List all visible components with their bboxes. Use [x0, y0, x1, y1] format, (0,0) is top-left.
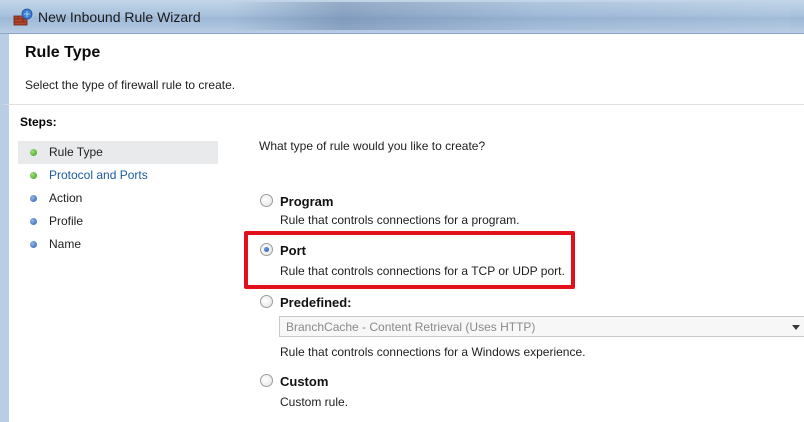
predefined-option-description: Rule that controls connections for a Win…	[280, 345, 586, 359]
steps-panel: Steps: Rule Type Protocol and Ports Acti…	[0, 104, 221, 422]
step-profile: Profile	[18, 210, 221, 233]
step-complete-dot-icon	[30, 172, 37, 179]
custom-option-label[interactable]: Custom	[280, 374, 328, 389]
title-bar: New Inbound Rule Wizard	[0, 0, 804, 34]
port-option-description: Rule that controls connections for a TCP…	[280, 264, 565, 278]
step-protocol-and-ports[interactable]: Protocol and Ports	[18, 164, 221, 187]
predefined-option-label[interactable]: Predefined:	[280, 295, 352, 310]
program-option-label[interactable]: Program	[280, 194, 333, 209]
predefined-radio[interactable]	[260, 295, 273, 308]
title-bar-sheen	[230, 2, 790, 30]
step-pending-dot-icon	[30, 195, 37, 202]
step-label: Action	[49, 191, 83, 205]
step-label: Profile	[49, 214, 84, 228]
wizard-header: Rule Type Select the type of firewall ru…	[0, 34, 804, 104]
predefined-rule-select[interactable]: BranchCache - Content Retrieval (Uses HT…	[279, 316, 804, 337]
step-pending-dot-icon	[30, 241, 37, 248]
firewall-wizard-icon	[13, 8, 33, 26]
step-rule-type[interactable]: Rule Type	[18, 141, 221, 164]
wizard-content: What type of rule would you like to crea…	[218, 104, 804, 422]
step-label: Protocol and Ports	[49, 168, 148, 182]
custom-option-description: Custom rule.	[280, 395, 349, 409]
step-label: Name	[49, 237, 82, 251]
step-label: Rule Type	[49, 145, 103, 159]
custom-radio[interactable]	[260, 374, 273, 387]
chevron-down-icon[interactable]	[792, 325, 800, 330]
page-subtitle: Select the type of firewall rule to crea…	[25, 78, 236, 92]
window-title: New Inbound Rule Wizard	[38, 9, 201, 25]
port-option-label[interactable]: Port	[280, 243, 306, 258]
program-radio[interactable]	[260, 194, 273, 207]
page-title: Rule Type	[25, 44, 101, 61]
step-name: Name	[18, 233, 221, 256]
step-action: Action	[18, 187, 221, 210]
step-pending-dot-icon	[30, 218, 37, 225]
rule-type-question: What type of rule would you like to crea…	[259, 139, 486, 153]
predefined-select-value: BranchCache - Content Retrieval (Uses HT…	[286, 320, 536, 334]
program-option-description: Rule that controls connections for a pro…	[280, 213, 520, 227]
port-radio[interactable]	[260, 243, 273, 256]
step-complete-dot-icon	[30, 149, 37, 156]
port-option-highlight	[244, 231, 575, 289]
steps-heading: Steps:	[20, 115, 57, 129]
